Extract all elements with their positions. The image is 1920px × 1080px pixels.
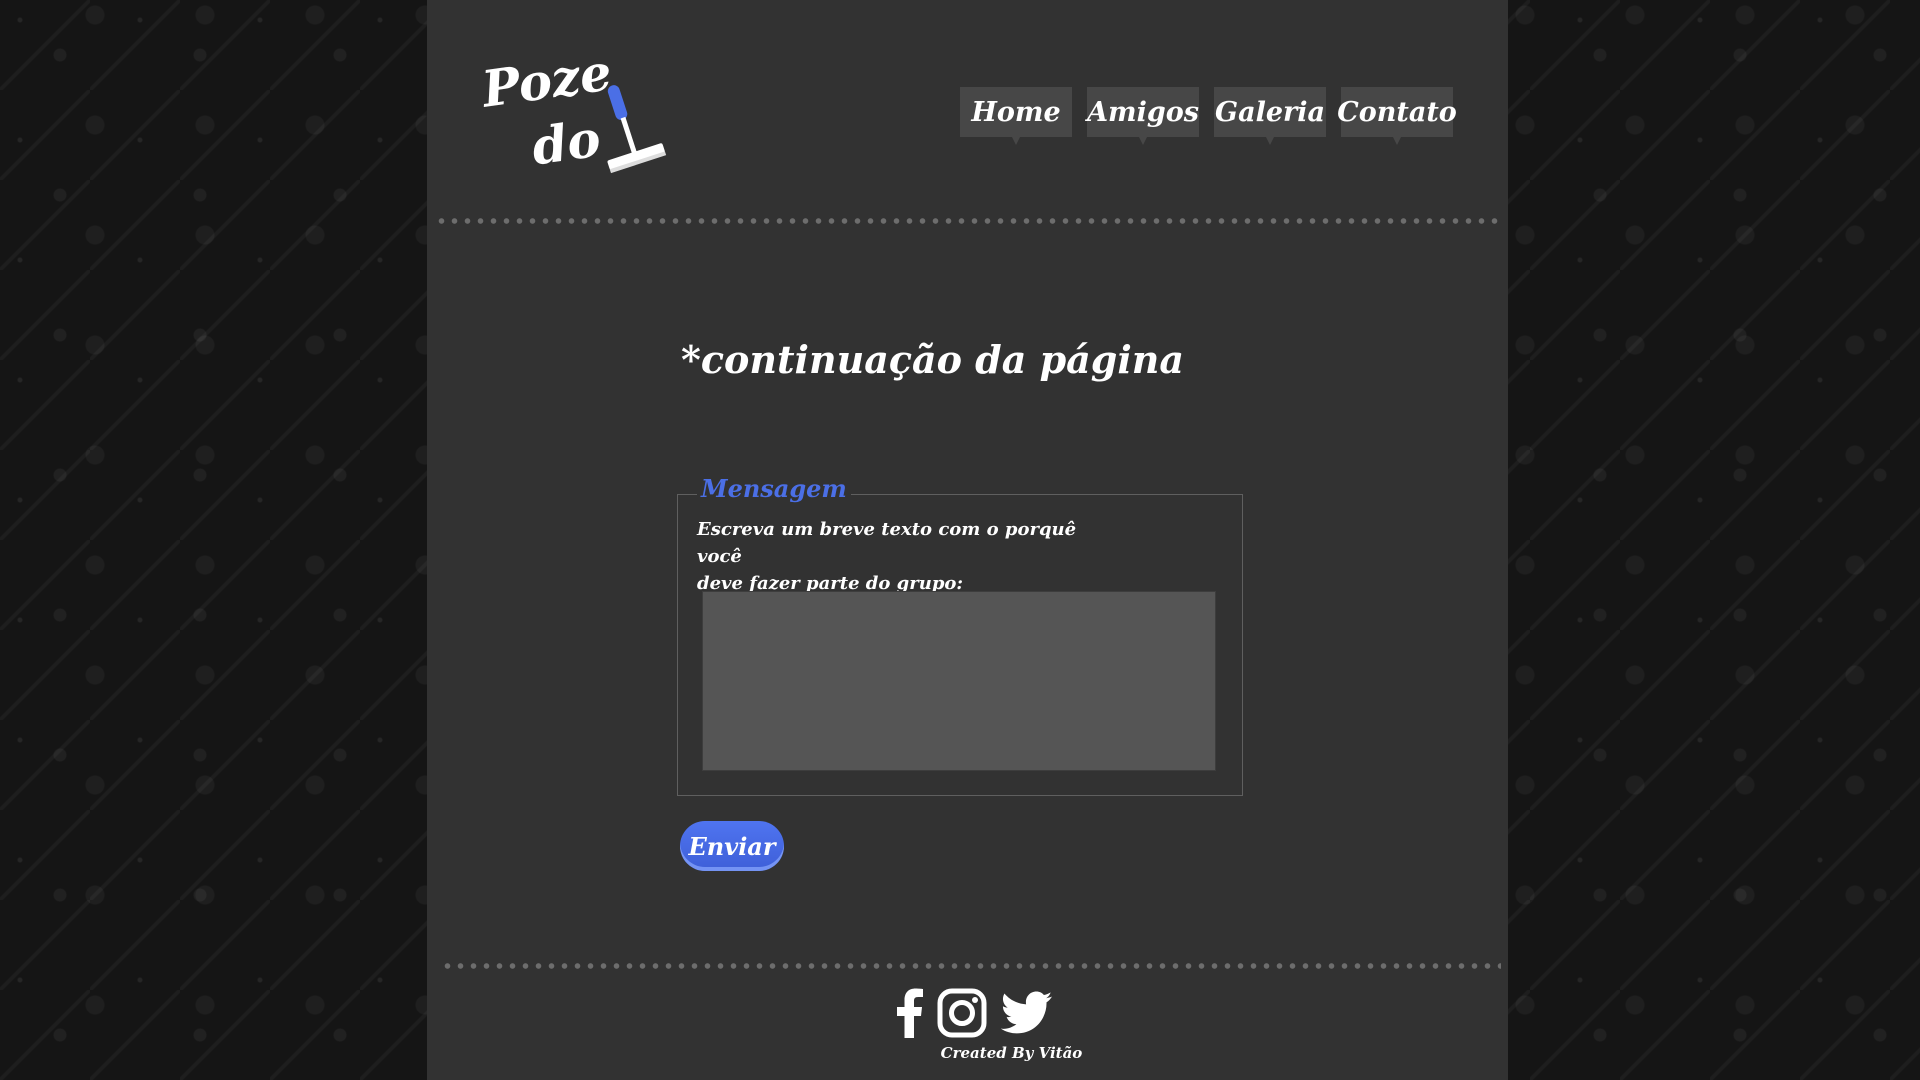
twitter-link[interactable] <box>1000 991 1053 1039</box>
social-links <box>897 988 1053 1042</box>
facebook-link[interactable] <box>897 988 923 1042</box>
squeegee-icon <box>607 85 667 174</box>
nav-galeria[interactable]: Galeria <box>1214 87 1326 145</box>
site-logo[interactable]: Poze do <box>478 42 672 180</box>
nav-amigos[interactable]: Amigos <box>1087 87 1199 145</box>
page-title: *continuação da página <box>681 337 1185 382</box>
header-divider <box>435 218 1500 224</box>
message-textarea[interactable] <box>702 591 1216 771</box>
main-nav: Home Amigos Galeria Contato <box>960 87 1457 145</box>
page-container: Poze do Home Amigos Galeria Contato *con… <box>427 0 1508 1080</box>
footer-divider <box>441 963 1501 969</box>
twitter-icon <box>1000 991 1053 1034</box>
instagram-icon <box>937 988 987 1038</box>
submit-button[interactable]: Enviar <box>680 821 784 871</box>
fieldset-legend: Mensagem <box>697 474 851 503</box>
nav-contato[interactable]: Contato <box>1337 87 1457 145</box>
nav-home[interactable]: Home <box>960 87 1072 145</box>
footer-credit: Created By Vitão <box>940 1044 1083 1062</box>
instruction-line-1: Escreva um breve texto com o porquê você <box>697 519 1077 567</box>
facebook-icon <box>897 988 923 1038</box>
form-instruction: Escreva um breve texto com o porquê você… <box>697 516 1117 597</box>
instagram-link[interactable] <box>937 988 987 1042</box>
